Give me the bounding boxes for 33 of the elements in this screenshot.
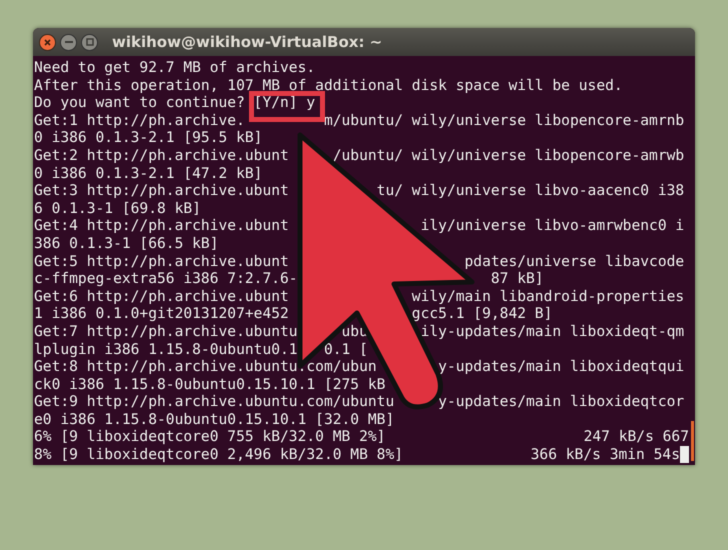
terminal-line: Get:8 http://ph.archive.ubuntu.com/ubun y-updates/main liboxideqtqui: [34, 358, 684, 376]
scrollbar-thumb[interactable]: [691, 421, 694, 461]
download-speed: 247 kB/s 667: [584, 428, 689, 446]
progress-status: 6% [9 liboxideqtcore0 755 kB/32.0 MB 2%]: [34, 428, 386, 446]
terminal-line: Get:3 http://ph.archive.ubunt tu/ wily/universe libvo-aacenc0 i38: [34, 182, 684, 200]
close-icon: [44, 38, 51, 46]
prompt-text: Do you want to continue?: [34, 94, 246, 112]
terminal-line: Get:9 http://ph.archive.ubuntu.com/ubuntu y-updates/main liboxideqtcor: [34, 393, 684, 411]
terminal-line: Get:5 http://ph.archive.ubunt pdates/universe libavcode: [34, 252, 684, 270]
terminal-line: Need to get 92.7 MB of archives.: [34, 59, 316, 77]
terminal-line: lplugin i386 1.15.8-0ubuntu0.1 0.1 [: [34, 340, 368, 358]
terminal-line: After this operation, 107 MB of additional disk space will be used.: [34, 76, 623, 94]
terminal-line: e0 i386 1.15.8-0ubuntu0.15.10.1 [32.0 MB]: [34, 410, 394, 428]
window-title: wikihow@wikihow-VirtualBox: ~: [112, 32, 382, 53]
close-button[interactable]: [39, 34, 56, 50]
maximize-button[interactable]: [81, 34, 98, 50]
terminal-line: Get:6 http://ph.archive.ubunt wily/main libandroid-properties: [34, 288, 684, 306]
prompt-answer: [Y/n] y: [254, 94, 316, 112]
download-speed: 366 kB/s 3min 54s: [530, 446, 680, 464]
maximize-icon: [86, 38, 94, 46]
terminal-line: 386 0.1.3-1 [66.5 kB]: [34, 234, 219, 253]
terminal-line: Get:1 http://ph.archive. m/ubuntu/ wily/universe libopencore-amrnb: [34, 112, 684, 130]
terminal-line: Get:2 http://ph.archive.ubunt /ubuntu/ wily/universe libopencore-amrwb: [34, 146, 684, 165]
terminal-line: 6 0.1.3-1 [69.8 kB]: [34, 200, 201, 218]
terminal-line: ck0 i386 1.15.8-0ubuntu0.15.10.1 [275 kB: [34, 376, 386, 394]
minimize-button[interactable]: [60, 34, 77, 50]
minimize-icon: [64, 41, 72, 43]
progress-status: 8% [9 liboxideqtcore0 2,496 kB/32.0 MB 8%]: [34, 446, 404, 464]
terminal-line: 1 i386 0.1.0+git20131207+e452 gcc5.1 [9,842 B]: [34, 305, 552, 323]
terminal-line: 0 i386 0.1.3-2.1 [47.2 kB]: [34, 164, 262, 182]
terminal-line: c-ffmpeg-extra56 i386 7:2.7.6- 87 kB]: [34, 270, 544, 288]
terminal-line: Get:4 http://ph.archive.ubunt ily/universe libvo-amrwbenc0 i: [34, 217, 684, 235]
terminal-line: 0 i386 0.1.3-2.1 [95.5 kB]: [34, 129, 262, 147]
